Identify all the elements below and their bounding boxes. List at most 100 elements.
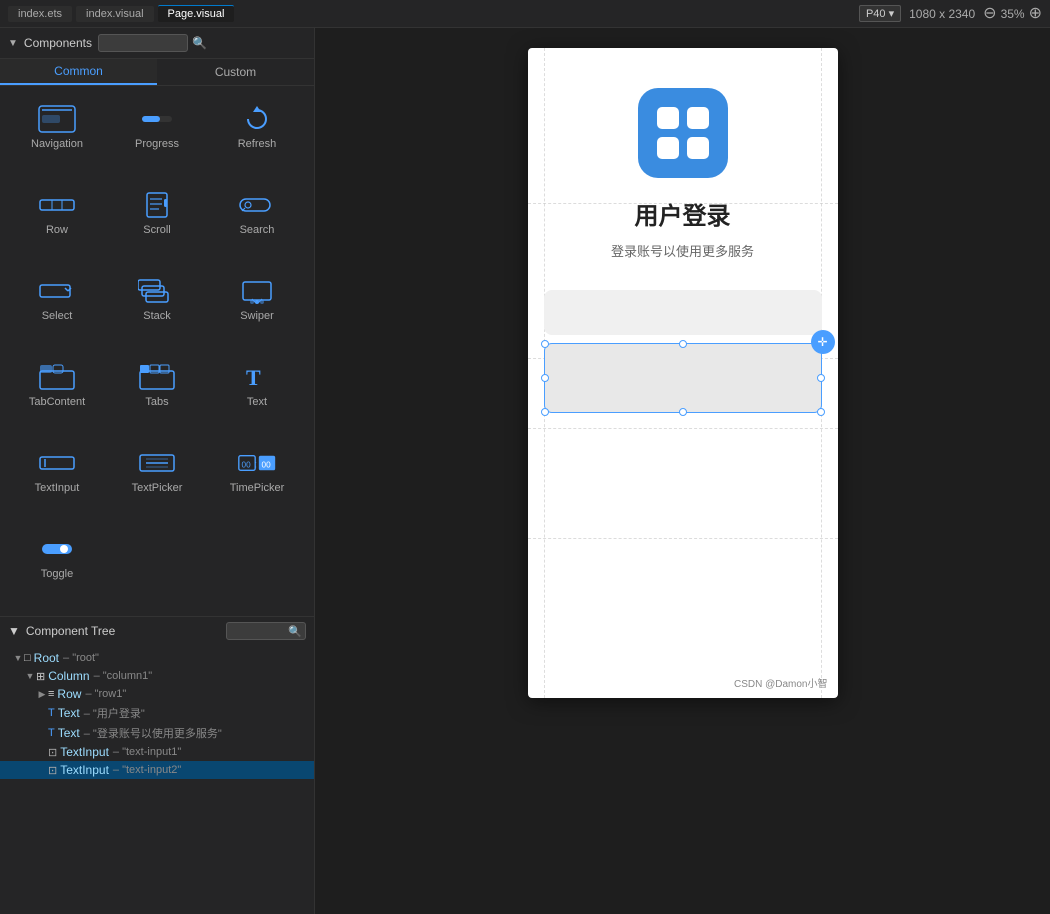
component-select[interactable]: Select <box>8 266 106 350</box>
zoom-in-button[interactable]: ⊕ <box>1029 6 1042 22</box>
tree-search-icon: 🔍 <box>288 625 302 638</box>
tree-node-row-name: Row <box>57 687 81 701</box>
handle-br <box>817 408 825 416</box>
text1-tree-icon: T <box>48 707 55 719</box>
component-stack[interactable]: Stack <box>108 266 206 350</box>
selection-overlay: ✛ <box>545 344 821 412</box>
toggle-icon <box>37 534 77 564</box>
timepicker-label: TimePicker <box>230 482 285 494</box>
zoom-out-button[interactable]: ⊖ <box>983 6 996 22</box>
handle-mr <box>817 374 825 382</box>
textpicker-label: TextPicker <box>132 482 183 494</box>
phone-input-2-selected[interactable]: ✛ <box>544 343 822 413</box>
component-row[interactable]: Row <box>8 180 106 264</box>
text2-tree-icon: T <box>48 727 55 739</box>
tabcontent-label: TabContent <box>29 396 85 408</box>
tree-node-column-id: – "column1" <box>94 670 153 682</box>
component-toggle[interactable]: Toggle <box>8 524 106 608</box>
phone-title: 用户登录 <box>635 196 731 231</box>
component-textpicker[interactable]: TextPicker <box>108 438 206 522</box>
navigation-icon <box>37 104 77 134</box>
timepicker-icon: 00 00 : <box>237 448 277 478</box>
tree-row-textinput1[interactable]: ⊡ TextInput – "text-input1" <box>0 743 314 761</box>
textinput2-tree-icon: ⊡ <box>48 764 57 777</box>
device-selector[interactable]: P40 ▾ <box>859 5 901 22</box>
tabs-icon <box>137 362 177 392</box>
watermark: CSDN @Damon小智 <box>734 675 828 690</box>
tree-node-row-id: – "row1" <box>85 688 126 700</box>
scroll-label: Scroll <box>143 224 171 236</box>
component-navigation[interactable]: Navigation <box>8 94 106 178</box>
tree-row-column1[interactable]: ▼ ⊞ Column – "column1" <box>0 667 314 685</box>
components-expand-arrow[interactable]: ▼ <box>8 38 18 49</box>
tree-search-wrap: 🔍 <box>226 622 306 640</box>
component-tabcontent[interactable]: TabContent <box>8 352 106 436</box>
dot-tl <box>657 107 679 129</box>
column-icon: ⊞ <box>36 670 45 683</box>
top-bar: index.ets index.visual Page.visual P40 ▾… <box>0 0 1050 28</box>
resolution-label: 1080 x 2340 <box>909 7 975 21</box>
tree-node-text1-name: Text <box>58 706 80 720</box>
components-search-input[interactable] <box>98 34 188 52</box>
tree-row-row-expand: ▶ <box>36 689 48 700</box>
text-label: Text <box>247 396 267 408</box>
tab-common[interactable]: Common <box>0 59 157 85</box>
progress-label: Progress <box>135 138 179 150</box>
tab-custom[interactable]: Custom <box>157 59 314 85</box>
handle-ml <box>541 374 549 382</box>
tab-index-visual[interactable]: index.visual <box>76 6 153 22</box>
app-icon-dots <box>657 107 709 159</box>
main-layout: ▼ Components 🔍 Common Custom <box>0 28 1050 914</box>
tree-node-column-name: Column <box>48 669 89 683</box>
component-search[interactable]: Search <box>208 180 306 264</box>
component-tree-label: Component Tree <box>26 624 115 638</box>
guide-line-h1 <box>528 203 838 204</box>
tree-node-textinput2-id: – "text-input2" <box>113 764 181 776</box>
tree-node-text2-id: – "登录账号以使用更多服务" <box>84 725 222 741</box>
component-text[interactable]: T Text <box>208 352 306 436</box>
tree-node-text1-id: – "用户登录" <box>84 705 145 721</box>
tab-page-visual[interactable]: Page.visual <box>158 5 235 22</box>
tree-row-text1[interactable]: T Text – "用户登录" <box>0 703 314 723</box>
component-swiper[interactable]: Swiper <box>208 266 306 350</box>
tree-row-textinput2[interactable]: ⊡ TextInput – "text-input2" <box>0 761 314 779</box>
component-timepicker[interactable]: 00 00 : TimePicker <box>208 438 306 522</box>
dot-tr <box>687 107 709 129</box>
select-icon <box>37 276 77 306</box>
tree-expand-arrow[interactable]: ▼ <box>8 624 20 638</box>
swiper-label: Swiper <box>240 310 274 322</box>
component-scroll[interactable]: Scroll <box>108 180 206 264</box>
textinput1-tree-icon: ⊡ <box>48 746 57 759</box>
component-tabs[interactable]: Tabs <box>108 352 206 436</box>
tree-textinput1-expand <box>36 747 48 757</box>
root-icon: □ <box>24 652 31 664</box>
components-label: Components <box>24 36 92 50</box>
tree-row-text2[interactable]: T Text – "登录账号以使用更多服务" <box>0 723 314 743</box>
zoom-level: 35% <box>1001 7 1025 21</box>
components-grid: Navigation Progress <box>0 86 314 616</box>
canvas-area: 用户登录 登录账号以使用更多服务 <box>315 28 1050 914</box>
row-label: Row <box>46 224 68 236</box>
tree-text1-expand <box>36 708 48 718</box>
tree-row-row1[interactable]: ▶ ≡ Row – "row1" <box>0 685 314 703</box>
scroll-icon <box>137 190 177 220</box>
components-search-button[interactable]: 🔍 <box>192 36 207 50</box>
selected-input-wrap: ✛ <box>544 343 822 413</box>
phone-input-1[interactable] <box>544 290 822 335</box>
tree-node-textinput1-id: – "text-input1" <box>113 746 181 758</box>
tree-node-textinput1-name: TextInput <box>60 745 109 759</box>
stack-icon <box>137 276 177 306</box>
component-textinput[interactable]: TextInput <box>8 438 106 522</box>
dot-bl <box>657 137 679 159</box>
phone-frame: 用户登录 登录账号以使用更多服务 <box>528 48 838 698</box>
components-header: ▼ Components 🔍 <box>0 28 314 59</box>
row-tree-icon: ≡ <box>48 688 54 700</box>
tree-row-root[interactable]: ▼ □ Root – "root" <box>0 649 314 667</box>
component-progress[interactable]: Progress <box>108 94 206 178</box>
tabs-label: Tabs <box>145 396 168 408</box>
navigation-label: Navigation <box>31 138 83 150</box>
component-refresh[interactable]: Refresh <box>208 94 306 178</box>
phone-subtitle: 登录账号以使用更多服务 <box>611 241 754 260</box>
tree-row-root-expand: ▼ <box>12 653 24 663</box>
tab-index-ets[interactable]: index.ets <box>8 6 72 22</box>
